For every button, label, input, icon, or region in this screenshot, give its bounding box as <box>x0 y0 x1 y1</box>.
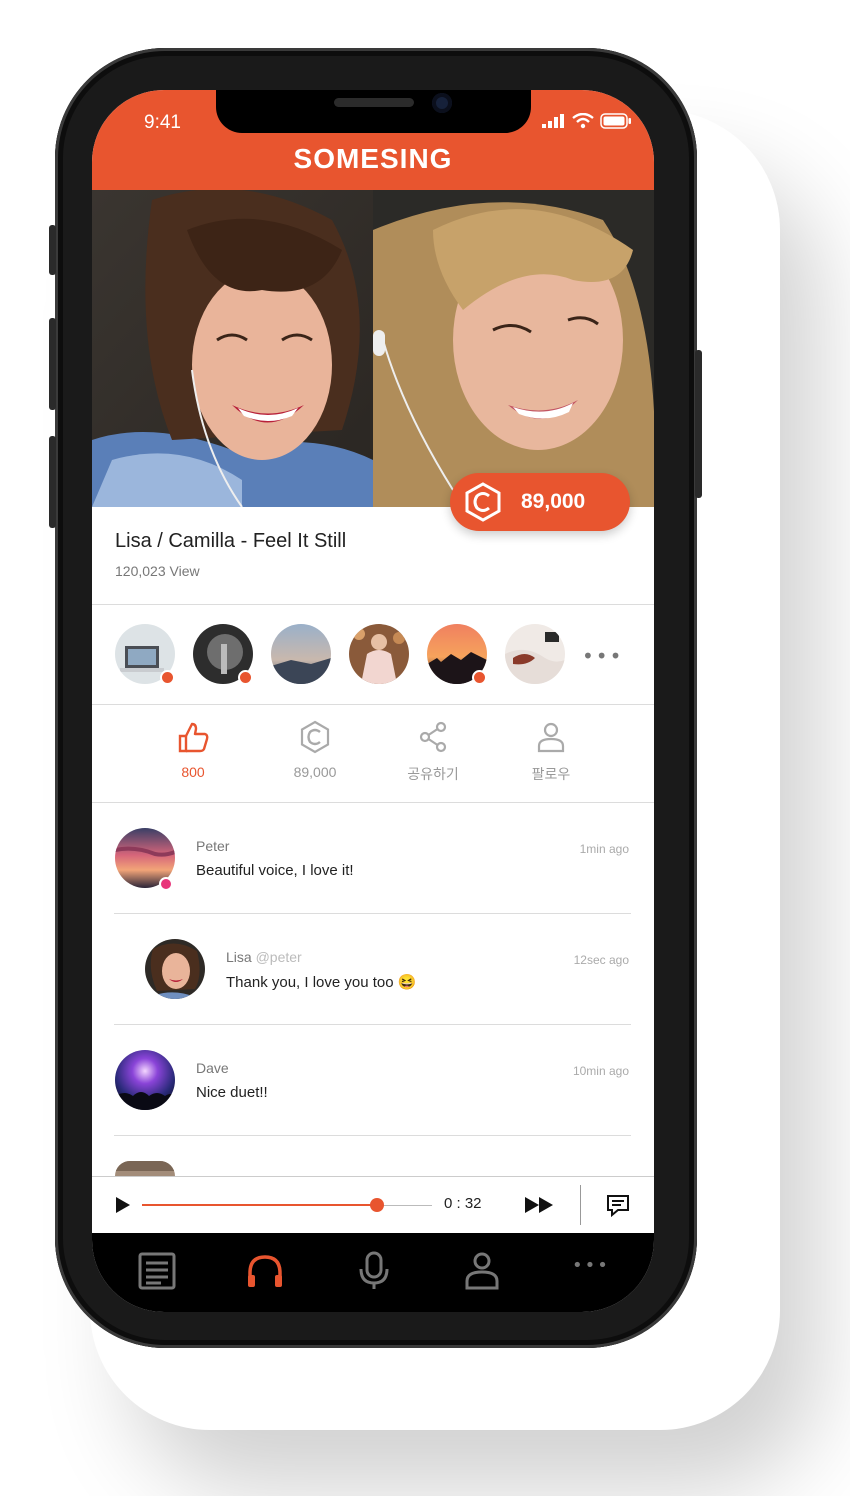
profile-icon[interactable] <box>462 1251 502 1291</box>
volume-down-button <box>49 436 56 528</box>
camera-icon <box>432 93 452 113</box>
song-title: Lisa / Camilla - Feel It Still <box>115 530 347 552</box>
microphone-icon[interactable] <box>354 1251 394 1291</box>
participant-avatar[interactable] <box>349 624 409 684</box>
commenter-avatar[interactable] <box>115 1161 175 1176</box>
comment-time: 10min ago <box>572 1064 629 1078</box>
comment-divider <box>114 1135 631 1136</box>
signal-icon <box>542 114 564 128</box>
more-participants-button[interactable]: ••• <box>582 644 623 668</box>
commenter-name: Peter <box>196 838 229 854</box>
mute-switch <box>49 225 56 275</box>
comment-time: 1min ago <box>579 842 629 856</box>
divider <box>92 704 654 705</box>
screen: 9:41 SOMESING 89,000 Lisa / Camilla - Fe… <box>92 90 654 1312</box>
video-player[interactable] <box>92 190 654 507</box>
bottom-tab-bar: ••• <box>92 1233 654 1312</box>
view-count: 120,023 View <box>115 563 200 579</box>
coin-badge[interactable]: 89,000 <box>450 473 630 531</box>
play-icon[interactable] <box>114 1195 132 1215</box>
comment-item: Dave Nice duet!! 10min ago <box>92 1024 654 1134</box>
thumbs-up-icon <box>178 722 209 753</box>
singer-video-left <box>92 190 373 507</box>
user-icon <box>537 722 565 753</box>
wifi-icon <box>572 113 594 129</box>
player-divider <box>580 1185 581 1225</box>
notch <box>216 90 531 133</box>
coin-icon <box>465 482 501 522</box>
comment-text: Nice duet!! <box>196 1084 268 1101</box>
share-label: 공유하기 <box>407 766 459 782</box>
divider <box>92 604 654 605</box>
power-button <box>695 350 702 498</box>
commenter-name-text: Peter <box>196 838 230 854</box>
online-indicator <box>472 670 487 685</box>
status-time: 9:41 <box>144 112 181 133</box>
coin-icon <box>300 720 330 754</box>
status-icons <box>542 113 632 129</box>
progress-fill <box>142 1204 377 1206</box>
coin-badge-value: 89,000 <box>521 490 586 513</box>
follow-label: 팔로우 <box>531 766 571 782</box>
action-bar: 800 89,000 공유하기 팔로우 <box>92 720 654 790</box>
like-count: 800 <box>181 764 205 780</box>
volume-up-button <box>49 318 56 410</box>
progress-slider[interactable] <box>142 1198 432 1212</box>
coin-count: 89,000 <box>293 764 337 780</box>
like-button[interactable]: 800 <box>143 720 243 780</box>
commenter-avatar[interactable] <box>115 1050 175 1110</box>
comment-item: Peter Beautiful voice, I love it! 1min a… <box>92 802 654 912</box>
commenter-name: Lisa @peter <box>226 949 302 965</box>
follow-button[interactable]: 팔로우 <box>501 720 601 784</box>
comment-time: 12sec ago <box>573 953 629 967</box>
reply-mention[interactable]: @peter <box>256 949 302 965</box>
audio-player-bar: 0 : 32 <box>92 1176 654 1233</box>
participant-avatar[interactable] <box>505 624 565 684</box>
participant-avatar[interactable] <box>271 624 331 684</box>
coin-button[interactable]: 89,000 <box>265 720 365 780</box>
commenter-name: Dave <box>196 1060 229 1076</box>
commenter-name-text: Dave <box>196 1060 229 1076</box>
comment-reply-item: Lisa @peter Thank you, I love you too 😆 … <box>92 913 654 1023</box>
participant-list: ••• <box>92 624 654 686</box>
progress-knob[interactable] <box>369 1198 384 1212</box>
online-indicator <box>238 670 253 685</box>
feed-icon[interactable] <box>137 1251 177 1291</box>
fast-forward-icon[interactable] <box>524 1195 556 1215</box>
lyrics-icon[interactable] <box>606 1193 630 1217</box>
more-tab-button[interactable]: ••• <box>572 1255 632 1295</box>
app-title: SOMESING <box>293 143 453 174</box>
singer-video-right <box>373 190 654 507</box>
commenter-name-text: Lisa <box>226 949 252 965</box>
comment-text: Beautiful voice, I love it! <box>196 862 354 879</box>
headphones-icon[interactable] <box>245 1251 285 1291</box>
battery-icon <box>600 113 631 129</box>
online-indicator <box>160 670 175 685</box>
share-icon <box>419 721 447 753</box>
playback-time: 0 : 32 <box>444 1195 482 1212</box>
online-indicator <box>159 877 173 891</box>
comment-text: Thank you, I love you too 😆 <box>226 974 417 991</box>
commenter-avatar[interactable] <box>145 939 205 999</box>
share-button[interactable]: 공유하기 <box>383 720 483 784</box>
speaker <box>334 98 414 107</box>
